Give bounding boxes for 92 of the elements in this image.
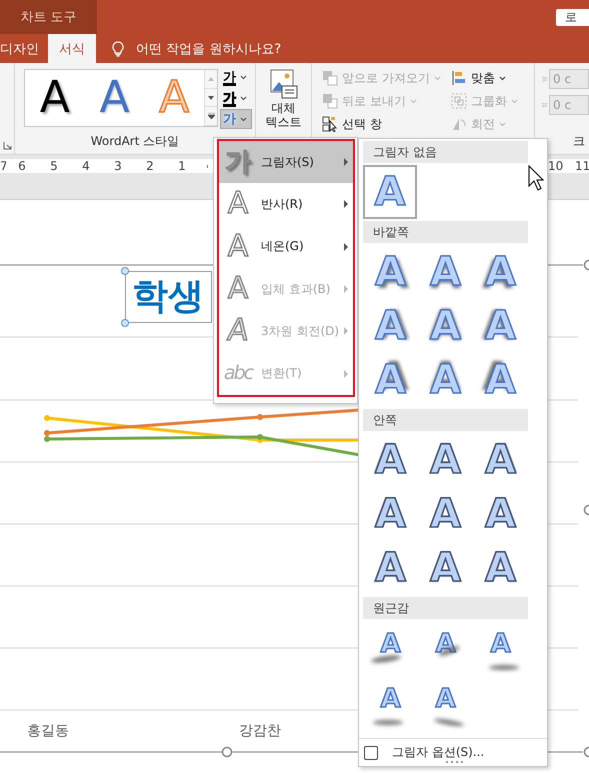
menu-item[interactable]: A 반사(R)	[219, 183, 353, 226]
submenu-arrow-icon	[344, 200, 348, 208]
shadow-preset[interactable]: A	[363, 541, 418, 595]
align-button[interactable]: 맞춤	[448, 67, 520, 89]
shadow-preset[interactable]: A	[473, 433, 528, 487]
ribbon-tab[interactable]: 디자인	[0, 34, 48, 63]
caret-icon	[498, 76, 506, 80]
contextual-tab-header: 차트 도구	[0, 0, 97, 34]
shadow-preset[interactable]: A	[418, 541, 473, 595]
shadow-preset[interactable]: A	[418, 487, 473, 541]
resize-handle[interactable]	[222, 746, 232, 758]
caret-icon	[498, 122, 506, 126]
ruler-number: 7	[0, 159, 6, 173]
resize-grip-icon[interactable]	[445, 761, 465, 764]
shadow-preset[interactable]: A	[363, 245, 418, 299]
shadow-preset[interactable]: A	[418, 433, 473, 487]
gallery-more-button[interactable]	[205, 107, 217, 126]
shadow-preset[interactable]: A	[473, 245, 528, 299]
wordart-style-swatch[interactable]: A	[25, 70, 85, 126]
align-icon	[450, 70, 467, 86]
dialog-launcher-icon[interactable]	[3, 141, 12, 150]
group-label: 크	[572, 133, 586, 150]
section-header: 원근감	[363, 597, 528, 619]
category-label: 강감찬	[239, 722, 281, 740]
section-header: 바깥쪽	[363, 221, 528, 243]
shadow-preset[interactable]: A	[363, 299, 418, 353]
group-label: WordArt 스타일	[90, 133, 180, 150]
caret-icon	[410, 98, 417, 104]
menu-item[interactable]: 가 그림자(S)	[219, 141, 353, 184]
selection-pane-button[interactable]: 선택 창	[320, 113, 443, 135]
shadow-options-menu-item[interactable]: 그림자 옵션(S)...	[392, 744, 484, 761]
shadow-preset[interactable]: A	[363, 165, 417, 219]
menu-item[interactable]: A 네온(G)	[219, 226, 353, 268]
resize-handle[interactable]	[584, 260, 589, 270]
more-icon	[208, 113, 215, 120]
chart-title-textbox[interactable]: 학생	[125, 271, 212, 323]
shadow-preset[interactable]: A	[418, 353, 473, 407]
shadow-preset[interactable]: A	[363, 353, 418, 407]
shadow-preset[interactable]: A	[473, 541, 528, 595]
shadow-preset[interactable]: A	[473, 353, 528, 407]
category-label: 홍길동	[27, 722, 69, 740]
alt-text-button[interactable]: 대체 텍스트	[256, 63, 311, 133]
section-header: 그림자 없음	[363, 141, 528, 163]
ribbon-tab[interactable]: 서식	[48, 34, 96, 63]
shadow-preset[interactable]: A	[418, 299, 473, 353]
data-point-marker	[44, 415, 50, 421]
text-outline-button[interactable]: 가	[220, 88, 252, 108]
checkbox[interactable]	[364, 746, 378, 760]
caret-icon	[240, 116, 247, 122]
ruler-number: 11	[575, 159, 589, 173]
caret-icon	[434, 76, 441, 80]
shadow-preset[interactable]: A	[363, 433, 418, 487]
shadow-preset[interactable]: A	[418, 245, 473, 299]
tell-me-search-button[interactable]: 어떤 작업을 원하시나요?	[136, 34, 282, 63]
mouse-pointer-icon	[528, 165, 544, 191]
shadow-preset[interactable]: A	[363, 621, 418, 676]
width-field[interactable]: 0 c	[549, 95, 589, 115]
shadow-preset[interactable]: A	[363, 487, 418, 541]
caret-icon	[240, 96, 247, 100]
bring-forward-icon	[322, 70, 338, 86]
shadow-preset[interactable]: A	[363, 676, 418, 731]
wordart-style-swatch[interactable]: A	[84, 70, 144, 126]
height-field[interactable]: 0 c	[549, 69, 589, 89]
submenu-arrow-icon	[344, 370, 348, 378]
shadow-preset[interactable]: A	[418, 676, 473, 731]
shadow-preset[interactable]: A	[473, 621, 528, 676]
submenu-arrow-icon	[344, 327, 348, 336]
data-point-marker	[257, 414, 263, 420]
caret-icon	[240, 74, 247, 80]
resize-handle[interactable]	[584, 504, 589, 516]
submenu-arrow-icon	[344, 285, 348, 294]
submenu-arrow-icon	[344, 242, 348, 251]
wordart-style-swatch[interactable]: A	[144, 70, 204, 126]
section-header: 안쪽	[363, 409, 528, 431]
lightbulb-icon	[112, 41, 124, 57]
shadow-preset[interactable]: A	[473, 487, 528, 541]
scroll-up-icon	[208, 76, 214, 81]
send-backward-icon	[322, 93, 338, 109]
selection-handle[interactable]	[121, 267, 129, 275]
selection-pane-icon	[322, 116, 338, 132]
scroll-down-icon	[208, 96, 214, 100]
text-effects-button[interactable]: 가	[220, 109, 252, 129]
resize-handle[interactable]	[584, 746, 589, 758]
selection-handle[interactable]	[121, 319, 129, 327]
caret-icon	[510, 98, 518, 104]
group-icon	[450, 93, 467, 109]
shadow-preset[interactable]: A	[473, 299, 528, 353]
submenu-arrow-icon	[344, 158, 348, 166]
gallery-scroll-down-button[interactable]	[205, 88, 217, 108]
text-fill-button[interactable]: 가	[220, 67, 252, 87]
image-icon	[270, 69, 298, 99]
account-button[interactable]: 로	[556, 8, 589, 26]
